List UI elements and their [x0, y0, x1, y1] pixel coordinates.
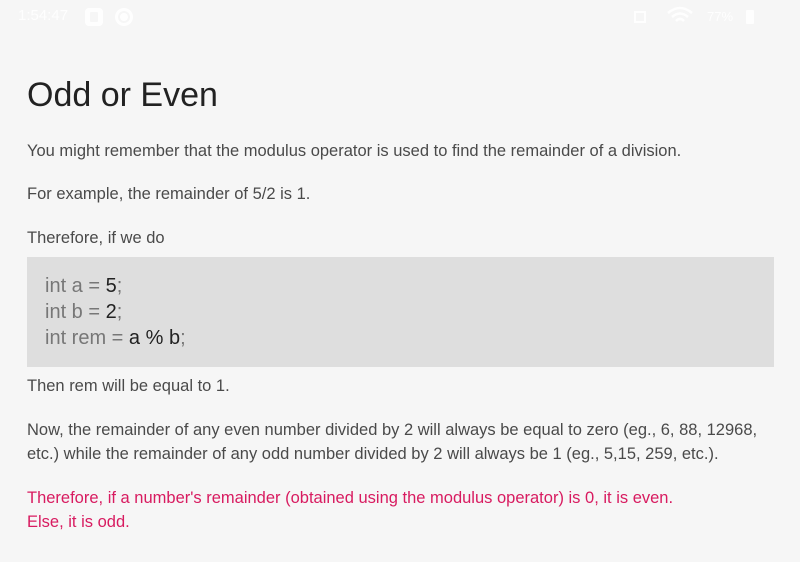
battery-icon — [745, 9, 757, 29]
paragraph-explanation: Now, the remainder of any even number di… — [27, 421, 758, 463]
signal-icon — [632, 9, 652, 29]
paragraph-result: Then rem will be equal to 1. — [27, 377, 230, 395]
wifi-icon — [666, 6, 694, 26]
highlight-rule-odd: Else, it is odd. — [27, 513, 130, 531]
highlight-rule-even: Therefore, if a number's remainder (obta… — [27, 489, 674, 507]
notification-icon — [84, 7, 104, 27]
page-title: Odd or Even — [27, 76, 218, 114]
code-block: int a = 5; int b = 2; int rem = a % b; — [27, 257, 774, 367]
code-line: int rem = a % b; — [45, 327, 186, 349]
status-time: 1:54:47 — [18, 7, 69, 24]
battery-percent: 77% — [707, 9, 734, 24]
code-line: int a = 5; — [45, 275, 123, 297]
status-bar: 1:54:47 77% — [0, 0, 800, 34]
paragraph-example: For example, the remainder of 5/2 is 1. — [27, 185, 311, 203]
sync-icon — [114, 7, 134, 27]
paragraph-therefore: Therefore, if we do — [27, 229, 165, 247]
paragraph-modulus-intro: You might remember that the modulus oper… — [27, 142, 682, 160]
code-line: int b = 2; — [45, 301, 123, 323]
